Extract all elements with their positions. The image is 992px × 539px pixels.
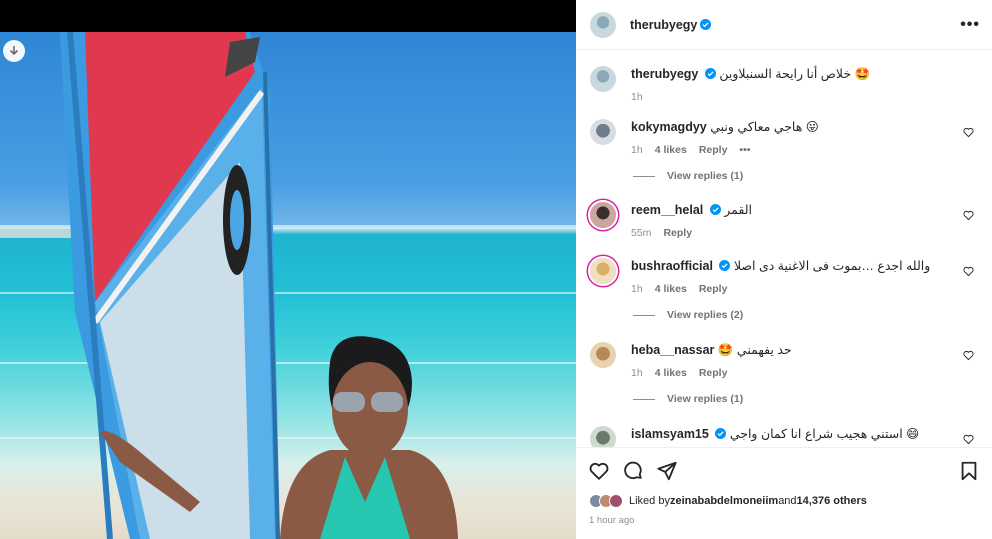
commenter-avatar[interactable] bbox=[590, 426, 616, 447]
commenter-avatar[interactable] bbox=[590, 342, 616, 368]
comment-icon[interactable] bbox=[622, 460, 644, 482]
author-avatar[interactable] bbox=[590, 11, 616, 38]
view-replies-label: View replies (1) bbox=[667, 393, 744, 405]
verified-icon bbox=[704, 68, 716, 79]
comment-username[interactable]: bushraofficial bbox=[631, 259, 713, 273]
heart-icon[interactable] bbox=[963, 266, 974, 277]
comment-username[interactable]: reem__helal bbox=[631, 203, 703, 217]
replies-dash bbox=[633, 314, 655, 316]
commenter-avatar[interactable] bbox=[590, 258, 616, 284]
comment-more-button[interactable]: ••• bbox=[739, 144, 750, 156]
comment-likes[interactable]: 4 likes bbox=[655, 283, 687, 295]
heart-icon[interactable] bbox=[963, 127, 974, 138]
comment-text: 🤩 حد يفهمني bbox=[717, 343, 792, 357]
replies-dash bbox=[633, 398, 655, 400]
heart-icon[interactable] bbox=[588, 460, 610, 482]
download-button[interactable] bbox=[3, 40, 25, 62]
view-replies-button[interactable]: View replies (2) bbox=[633, 309, 743, 321]
comment-time: 1h bbox=[631, 367, 643, 379]
replies-dash bbox=[633, 175, 655, 177]
heart-icon[interactable] bbox=[963, 434, 974, 445]
more-icon: ••• bbox=[960, 15, 980, 33]
person-figure bbox=[100, 336, 458, 539]
comment-username[interactable]: heba__nassar bbox=[631, 343, 714, 357]
likes-prefix: Liked by bbox=[629, 495, 670, 507]
download-icon bbox=[9, 46, 19, 56]
heart-icon[interactable] bbox=[963, 350, 974, 361]
comments-list: therubyegy خلاص أنا رايحة السنبلاوين 🤩 1… bbox=[576, 51, 992, 447]
author-avatar[interactable] bbox=[590, 66, 616, 92]
liker-avatars bbox=[589, 494, 623, 508]
liker-username[interactable]: zeinababdelmoneiim bbox=[670, 495, 778, 507]
post-media[interactable] bbox=[0, 0, 576, 539]
reply-button[interactable]: Reply bbox=[699, 283, 728, 295]
reply-button[interactable]: Reply bbox=[663, 227, 692, 239]
caption-username[interactable]: therubyegy bbox=[631, 67, 698, 81]
beach-photo bbox=[0, 32, 576, 539]
save-icon[interactable] bbox=[958, 460, 980, 482]
view-replies-button[interactable]: View replies (1) bbox=[633, 393, 743, 405]
likes-count[interactable]: 14,376 others bbox=[797, 495, 867, 507]
likes-summary[interactable]: Liked by zeinababdelmoneiim and 14,376 o… bbox=[589, 494, 867, 508]
comment-username[interactable]: islamsyam15 bbox=[631, 427, 709, 441]
view-replies-label: View replies (2) bbox=[667, 309, 744, 321]
caption-text: خلاص أنا رايحة السنبلاوين 🤩 bbox=[719, 67, 871, 81]
reply-button[interactable]: Reply bbox=[699, 367, 728, 379]
likes-middle: and bbox=[778, 495, 797, 507]
comment-text: استني هجيب شراع انا كمان واجي 😄 bbox=[729, 427, 920, 441]
view-replies-button[interactable]: View replies (1) bbox=[633, 170, 743, 182]
share-icon[interactable] bbox=[656, 460, 678, 482]
post-actions: Liked by zeinababdelmoneiim and 14,376 o… bbox=[576, 447, 992, 539]
post-header: therubyegy ••• bbox=[576, 0, 992, 50]
comment-text: والله اجدع …بموت فى الاغنية دى اصلا bbox=[733, 259, 931, 273]
liker-avatar bbox=[609, 494, 623, 508]
view-replies-label: View replies (1) bbox=[667, 170, 744, 182]
caption-time: 1h bbox=[631, 91, 643, 103]
verified-icon bbox=[715, 428, 727, 439]
comment-text: هاجي معاكي ونبي 😛 bbox=[710, 120, 819, 134]
comment-time: 1h bbox=[631, 283, 643, 295]
reply-button[interactable]: Reply bbox=[699, 144, 728, 156]
comment-time: 55m bbox=[631, 227, 652, 239]
post-timestamp[interactable]: 1 hour ago bbox=[589, 515, 634, 526]
heart-icon[interactable] bbox=[963, 210, 974, 221]
comment-text: القمر bbox=[724, 203, 752, 217]
author-username[interactable]: therubyegy bbox=[630, 18, 697, 32]
verified-icon bbox=[719, 260, 731, 271]
comment-likes[interactable]: 4 likes bbox=[655, 144, 687, 156]
commenter-avatar[interactable] bbox=[590, 119, 616, 145]
comment-likes[interactable]: 4 likes bbox=[655, 367, 687, 379]
more-options-button[interactable]: ••• bbox=[960, 16, 980, 34]
commenter-avatar[interactable] bbox=[590, 202, 616, 228]
verified-icon bbox=[700, 19, 712, 30]
comment-username[interactable]: kokymagdyy bbox=[631, 120, 707, 134]
post-panel: therubyegy ••• therubyegy خلاص أنا رايحة… bbox=[576, 0, 992, 539]
verified-icon bbox=[709, 204, 721, 215]
comment-time: 1h bbox=[631, 144, 643, 156]
